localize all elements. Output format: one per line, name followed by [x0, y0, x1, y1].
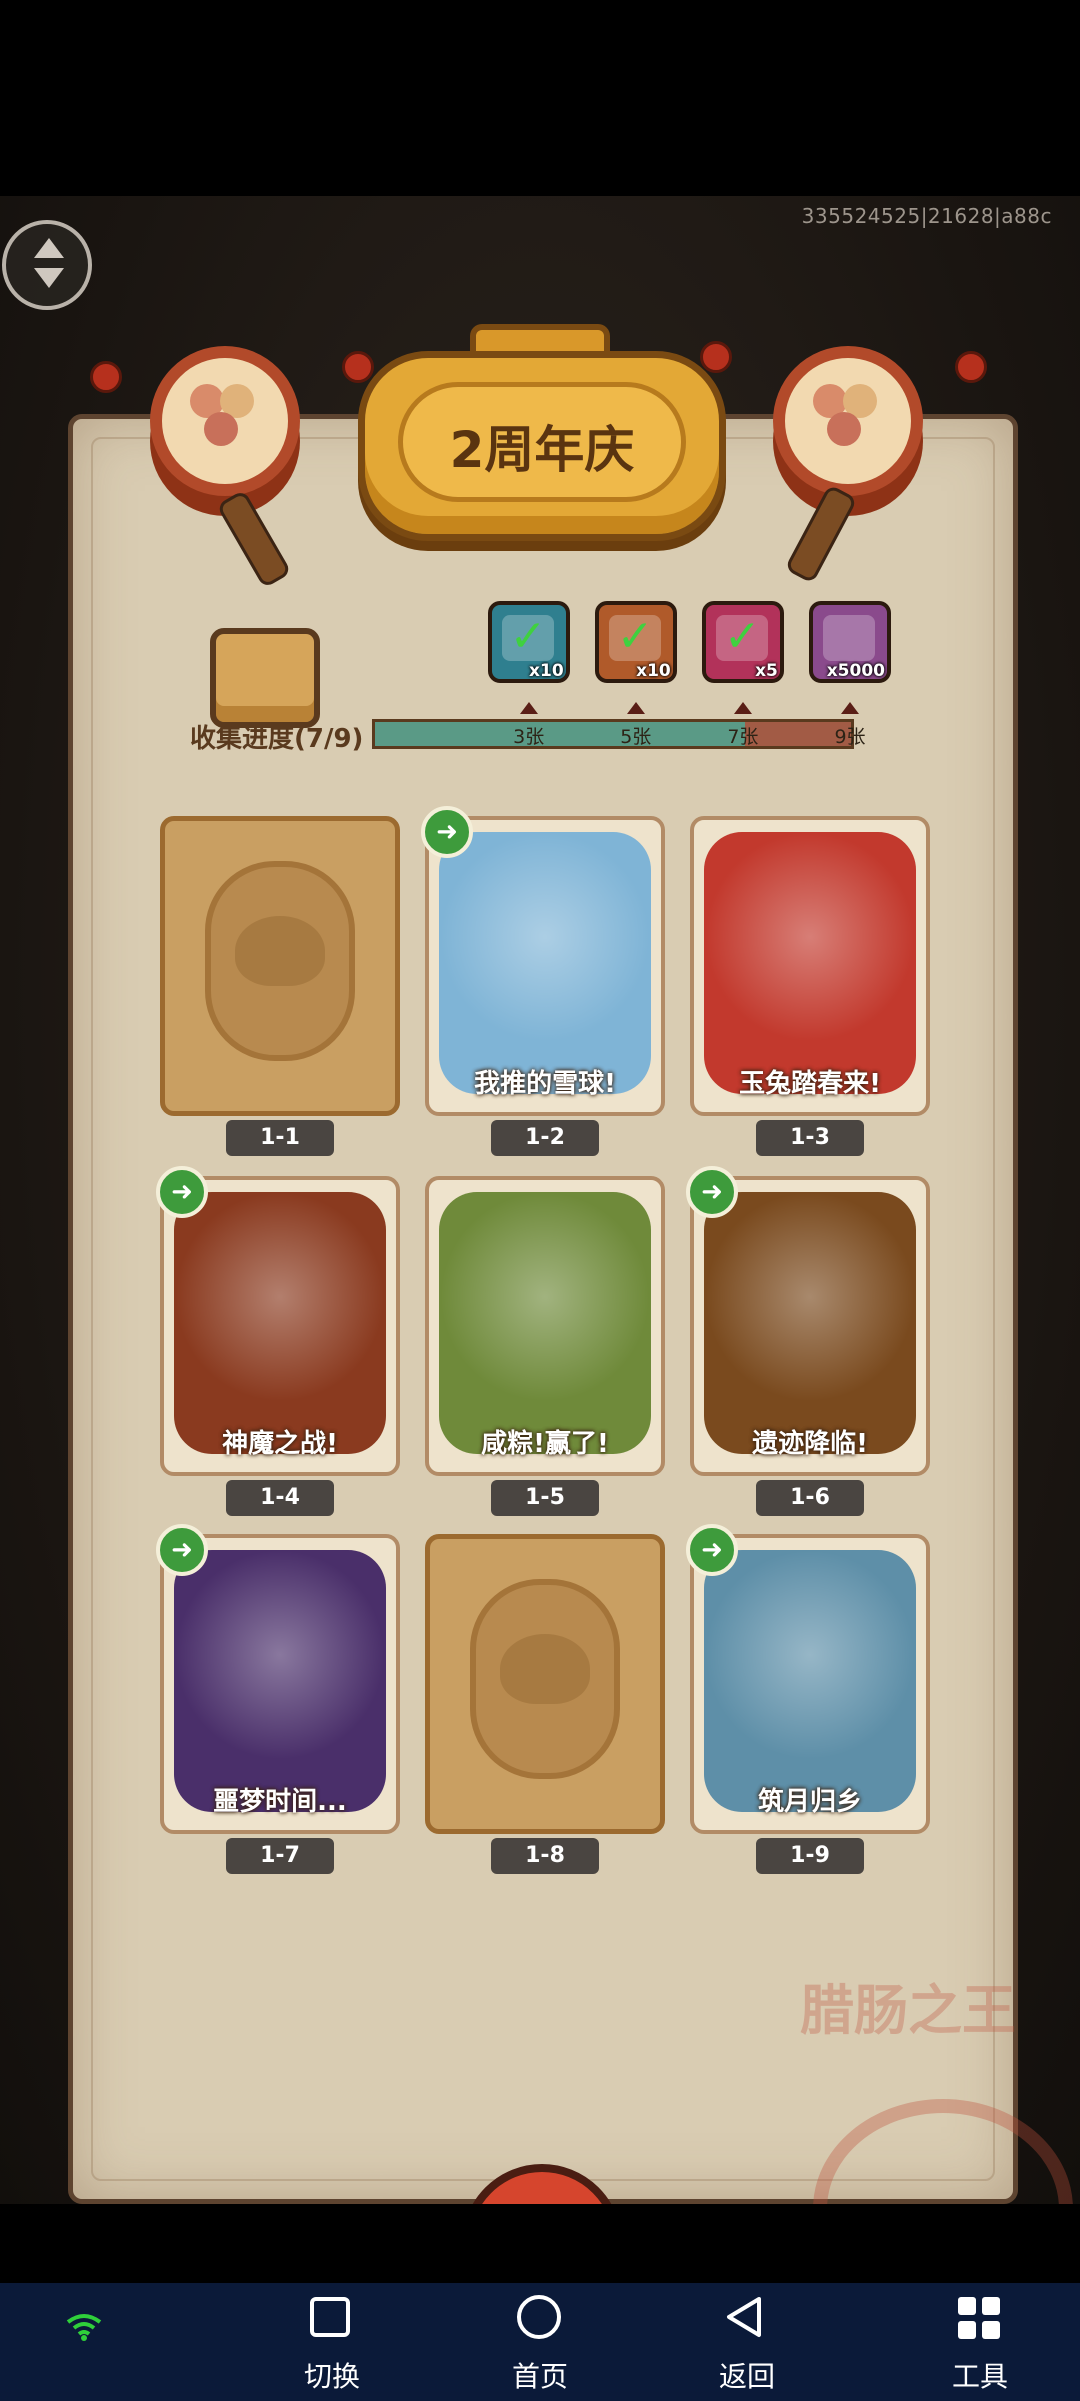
back-triangle-icon: [723, 2295, 767, 2343]
milestone-marker: [626, 702, 645, 714]
nav-tools-label: 工具: [951, 2360, 1008, 2393]
milestone-reward-4[interactable]: x5000: [809, 601, 891, 683]
story-card-1-9[interactable]: 筑月归乡 ➜: [686, 1524, 930, 1834]
card-illustration: [174, 1550, 386, 1812]
card-caption: 咸粽!赢了!: [481, 1429, 609, 1459]
milestone-label: 5张: [620, 726, 652, 748]
card-number-label: 1-7: [226, 1838, 334, 1874]
progress-label: 收集进度(7/9): [190, 724, 364, 754]
milestone-marker: [841, 702, 859, 714]
card-number-label: 1-6: [756, 1480, 864, 1516]
story-card-1-2[interactable]: 我推的雪球! ➜: [421, 806, 665, 1116]
card-number-label: 1-4: [226, 1480, 334, 1516]
card-number-label: 1-1: [226, 1120, 334, 1156]
nav-home-label: 首页: [511, 2360, 568, 2393]
wax-seal-text: 腊肠之王: [800, 1979, 1016, 2042]
debug-id: 335524525|21628|a88c: [801, 204, 1052, 228]
drum-right-decoration: [773, 346, 923, 496]
nav-switch-label: 切换: [303, 2360, 360, 2393]
collection-tray-icon: [210, 628, 320, 728]
nav-tools-button[interactable]: 工具: [910, 2283, 1050, 2401]
arrow-down-icon: [34, 268, 64, 288]
share-icon[interactable]: ➜: [421, 806, 473, 858]
system-nav-bar: 切换 首页 返回 工具: [0, 2283, 1080, 2401]
bead-icon: [955, 351, 987, 383]
crystal-icon: [823, 615, 875, 661]
scroll-toggle-button[interactable]: [2, 220, 92, 310]
milestone-marker: [733, 702, 752, 714]
card-caption: 噩梦时间...: [213, 1787, 347, 1817]
card-illustration: [439, 832, 651, 1094]
story-card-1-8[interactable]: [425, 1534, 665, 1834]
card-number-label: 1-5: [491, 1480, 599, 1516]
drum-left-decoration: [150, 346, 300, 496]
nav-back-label: 返回: [718, 2360, 775, 2393]
fish-silhouette-icon: [235, 916, 325, 986]
close-icon: ✕: [470, 2182, 614, 2204]
card-number-label: 1-3: [756, 1120, 864, 1156]
milestone-reward-2[interactable]: ✓ x10: [594, 601, 677, 683]
reward-quantity: x5: [755, 661, 778, 681]
story-card-1-3[interactable]: 玉兔踏春来!: [690, 816, 930, 1116]
card-illustration: [704, 832, 916, 1094]
event-title: 2周年庆: [449, 421, 635, 479]
story-card-1-6[interactable]: 遗迹降临! ➜: [686, 1166, 930, 1476]
share-icon[interactable]: ➜: [686, 1166, 738, 1218]
claimed-check-icon: ✓: [616, 611, 654, 662]
card-illustration: [704, 1550, 916, 1812]
milestone-label: 9张: [834, 726, 866, 748]
card-caption: 我推的雪球!: [474, 1069, 616, 1099]
milestone-reward-3[interactable]: ✓ x5: [701, 601, 784, 683]
progress-fill: [375, 722, 746, 746]
bead-icon: [342, 351, 374, 383]
card-illustration: [439, 1192, 651, 1454]
milestone-label: 3张: [513, 726, 545, 748]
nav-switch-button[interactable]: 切换: [262, 2283, 402, 2401]
milestone-label: 7张: [727, 726, 759, 748]
story-card-1-5[interactable]: 咸粽!赢了!: [425, 1176, 665, 1476]
game-viewport: 腊肠之王 335524525|21628|a88c 2周年庆 收集进度(7/9)…: [0, 196, 1080, 2204]
card-caption: 玉兔踏春来!: [739, 1069, 881, 1099]
card-illustration: [704, 1192, 916, 1454]
card-caption: 神魔之战!: [222, 1429, 338, 1459]
card-number-label: 1-2: [491, 1120, 599, 1156]
share-icon[interactable]: ➜: [156, 1166, 208, 1218]
circle-icon: [517, 2295, 561, 2339]
locked-card-placeholder: [425, 1534, 665, 1834]
share-icon[interactable]: ➜: [156, 1524, 208, 1576]
story-card-1-4[interactable]: 神魔之战! ➜: [156, 1166, 400, 1476]
fish-silhouette-icon: [500, 1634, 590, 1704]
arrow-up-icon: [34, 238, 64, 258]
bead-icon: [700, 341, 732, 373]
story-card-1-1[interactable]: [160, 816, 400, 1116]
milestone-reward-1[interactable]: ✓ x10: [487, 601, 570, 683]
share-icon[interactable]: ➜: [686, 1524, 738, 1576]
wifi-icon: [66, 2313, 102, 2349]
locked-card-placeholder: [160, 816, 400, 1116]
bead-icon: [90, 361, 122, 393]
card-number-label: 1-9: [756, 1838, 864, 1874]
square-icon: [310, 2297, 350, 2337]
nav-home-button[interactable]: 首页: [470, 2283, 610, 2401]
milestone-marker: [519, 702, 538, 714]
grid-icon: [958, 2297, 1000, 2339]
story-card-1-7[interactable]: 噩梦时间... ➜: [156, 1524, 400, 1834]
reward-quantity: x10: [636, 661, 671, 681]
claimed-check-icon: ✓: [723, 611, 761, 662]
card-illustration: [174, 1192, 386, 1454]
card-caption: 遗迹降临!: [752, 1429, 868, 1459]
card-number-label: 1-8: [491, 1838, 599, 1874]
reward-quantity: x5000: [826, 661, 885, 681]
card-caption: 筑月归乡: [757, 1787, 862, 1817]
reward-quantity: x10: [529, 661, 564, 681]
claimed-check-icon: ✓: [509, 611, 547, 662]
nav-back-button[interactable]: 返回: [677, 2283, 817, 2401]
